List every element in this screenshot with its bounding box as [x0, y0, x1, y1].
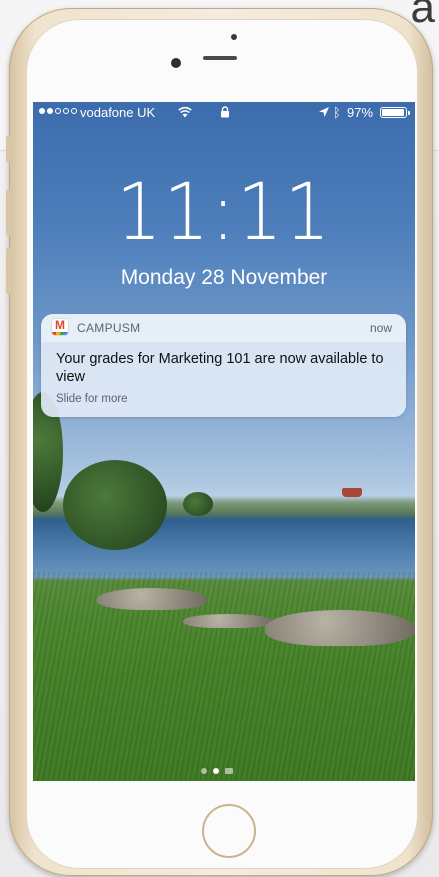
camera-page-icon	[225, 768, 233, 774]
bluetooth-icon: ᛒ	[333, 105, 341, 120]
battery-percentage: 97%	[347, 105, 374, 120]
lock-icon	[221, 106, 229, 118]
lock-screen: vodafone UK ᛒ 97% 11:11 Monday 28 Novemb…	[33, 102, 415, 781]
page-dot-active	[213, 768, 219, 774]
page-dot	[201, 768, 207, 774]
location-arrow-icon	[319, 107, 329, 117]
notification-card[interactable]: M CAMPUSM now Your grades for Marketing …	[41, 314, 406, 417]
notification-time: now	[369, 321, 392, 335]
wallpaper-boat	[342, 488, 362, 497]
wallpaper-bush	[63, 460, 167, 550]
wifi-icon	[178, 106, 192, 118]
mute-switch	[6, 136, 11, 162]
carrier-name: vodafone UK	[80, 105, 156, 120]
proximity-sensor	[231, 34, 237, 40]
wallpaper-rock	[97, 588, 207, 610]
page-indicator[interactable]	[201, 768, 233, 774]
wallpaper-grass	[33, 572, 415, 781]
volume-up-button	[6, 190, 11, 236]
lock-screen-time: 11:11	[115, 168, 332, 258]
notification-slide-hint: Slide for more	[56, 393, 128, 405]
wallpaper-rock	[183, 614, 273, 628]
volume-down-button	[6, 248, 11, 294]
lock-screen-date: Monday 28 November	[120, 266, 328, 289]
wallpaper-rock	[265, 610, 415, 646]
home-button[interactable]	[202, 804, 256, 858]
wallpaper-bush-small	[183, 492, 213, 516]
earpiece-speaker	[203, 56, 237, 60]
campusm-app-icon: M	[52, 319, 68, 335]
front-camera-icon	[171, 58, 181, 68]
battery-fill	[382, 109, 404, 116]
battery-icon	[380, 107, 410, 118]
notification-message: Your grades for Marketing 101 are now av…	[56, 351, 384, 385]
notification-app-name: CAMPUSM	[77, 321, 141, 335]
status-bar: vodafone UK ᛒ 97%	[33, 102, 415, 124]
signal-strength-icon	[39, 108, 77, 114]
